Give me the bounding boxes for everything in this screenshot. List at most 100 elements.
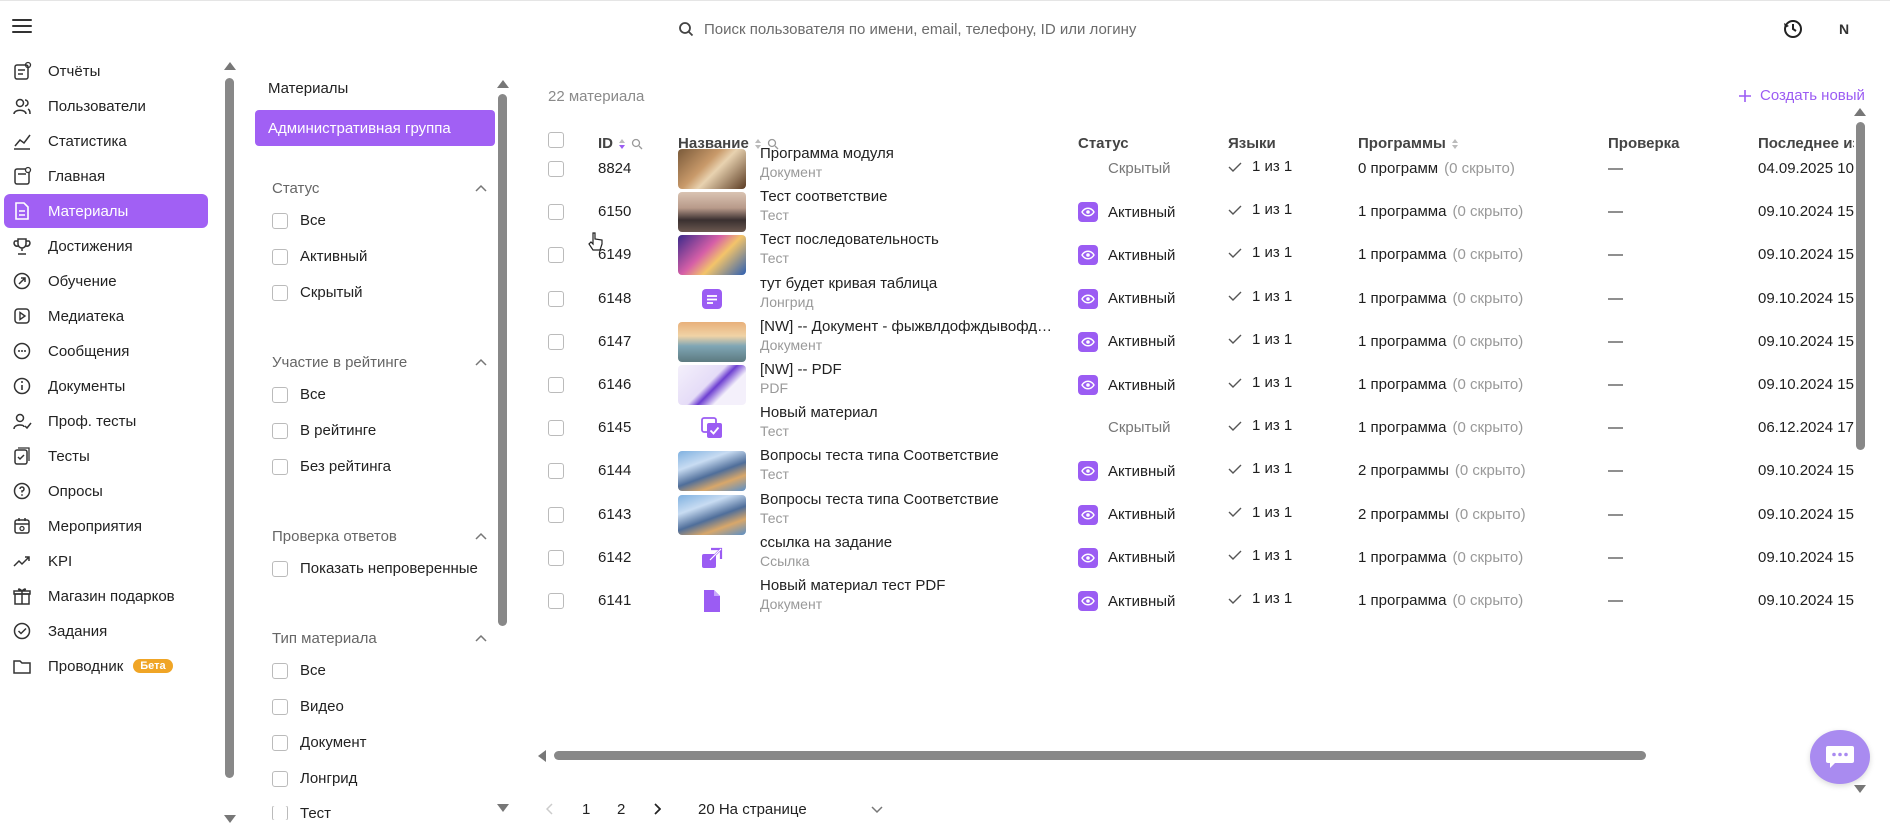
material-title[interactable]: Новый материал тест PDF Документ <box>760 577 945 612</box>
page-2[interactable]: 2 <box>617 801 625 818</box>
title-text[interactable]: тут будет кривая таблица <box>760 275 937 292</box>
material-title[interactable]: тут будет кривая таблица Лонгрид <box>760 275 937 310</box>
history-icon[interactable] <box>1782 18 1804 40</box>
eye-icon[interactable] <box>1078 245 1098 266</box>
row-checkbox[interactable] <box>548 161 564 177</box>
checkbox[interactable] <box>272 806 288 820</box>
filter-status-header[interactable]: Статус <box>272 180 487 197</box>
table-horizontal-scrollbar[interactable] <box>536 748 1646 762</box>
sidebar-item-2[interactable]: Статистика <box>4 124 208 158</box>
sidebar-item-8[interactable]: Сообщения <box>4 334 208 368</box>
filter-check-header[interactable]: Проверка ответов <box>272 528 487 545</box>
filter-rating-out[interactable]: Без рейтинга <box>272 458 391 475</box>
sidebar-item-15[interactable]: Магазин подарков <box>4 579 208 613</box>
sidebar-item-1[interactable]: Пользователи <box>4 89 208 123</box>
sidebar-item-4[interactable]: Материалы <box>4 194 208 228</box>
sidebar-item-9[interactable]: Документы <box>4 369 208 403</box>
material-thumbnail[interactable] <box>678 235 746 276</box>
eye-icon[interactable] <box>1078 331 1098 352</box>
programs-cell[interactable]: 1 программа (0 скрыто) <box>1358 376 1523 393</box>
sidebar-item-3[interactable]: Главная <box>4 159 208 193</box>
filter-admin-group[interactable]: Административная группа <box>255 110 495 146</box>
sidebar-item-5[interactable]: Достижения <box>4 229 208 263</box>
eye-icon[interactable] <box>1078 504 1098 525</box>
menu-icon[interactable] <box>12 19 32 35</box>
avatar[interactable]: N <box>1833 18 1855 40</box>
material-title[interactable]: ссылка на задание Ссылка <box>760 534 892 569</box>
material-title[interactable]: Тест последовательность Тест <box>760 231 939 266</box>
search-input[interactable]: Поиск пользователя по имени, email, теле… <box>678 17 1136 41</box>
material-title[interactable]: Программа модуля Документ <box>760 145 894 180</box>
checkbox[interactable] <box>272 770 288 787</box>
checkbox[interactable] <box>272 248 288 265</box>
title-text[interactable]: Новый материал <box>760 404 878 421</box>
filter-check-unchecked[interactable]: Показать непроверенные <box>272 560 478 577</box>
title-text[interactable]: Тест соответствие <box>760 188 888 205</box>
material-thumbnail[interactable] <box>678 365 746 405</box>
row-checkbox[interactable] <box>548 506 564 523</box>
programs-cell[interactable]: 1 программа (0 скрыто) <box>1358 333 1523 350</box>
title-text[interactable]: ссылка на задание <box>760 534 892 551</box>
filter-materials-link[interactable]: Материалы <box>268 80 348 97</box>
material-thumbnail[interactable] <box>678 149 746 189</box>
programs-cell[interactable]: 0 программ (0 скрыто) <box>1358 160 1515 177</box>
row-checkbox[interactable] <box>548 204 564 221</box>
sidebar-item-13[interactable]: Мероприятия <box>4 509 208 543</box>
row-checkbox[interactable] <box>548 333 564 350</box>
programs-cell[interactable]: 2 программы (0 скрыто) <box>1358 506 1526 523</box>
programs-cell[interactable]: 1 программа (0 скрыто) <box>1358 549 1523 566</box>
sidebar-item-17[interactable]: Проводник Бета <box>4 649 208 683</box>
material-title[interactable]: Новый материал Тест <box>760 404 878 439</box>
create-new-button[interactable]: Создать новый <box>1738 87 1865 104</box>
eye-icon[interactable] <box>1078 547 1098 568</box>
material-title[interactable]: [NW] -- Документ - фыжвлдофждывофд… Докум… <box>760 318 1052 353</box>
filter-type-header[interactable]: Тип материала <box>272 630 487 647</box>
programs-cell[interactable]: 1 программа (0 скрыто) <box>1358 290 1523 307</box>
material-title[interactable]: Тест соответствие Тест <box>760 188 888 223</box>
checkbox[interactable] <box>272 212 288 229</box>
title-text[interactable]: [NW] -- PDF <box>760 361 842 378</box>
filter-type-longread[interactable]: Лонгрид <box>272 770 357 787</box>
sidebar-item-14[interactable]: KPI <box>4 544 208 578</box>
checkbox[interactable] <box>272 386 288 403</box>
filter-rating-all[interactable]: Все <box>272 386 326 403</box>
programs-cell[interactable]: 1 программа (0 скрыто) <box>1358 203 1523 220</box>
eye-icon[interactable] <box>1078 375 1098 395</box>
checkbox[interactable] <box>272 734 288 751</box>
title-text[interactable]: Вопросы теста типа Соответствие <box>760 447 999 464</box>
row-checkbox[interactable] <box>548 463 564 480</box>
sidebar-scrollbar[interactable] <box>224 60 236 827</box>
eye-icon[interactable] <box>1078 202 1098 223</box>
programs-cell[interactable]: 1 программа (0 скрыто) <box>1358 592 1523 609</box>
sidebar-item-12[interactable]: Опросы <box>4 474 208 508</box>
title-text[interactable]: [NW] -- Документ - фыжвлдофждывофд… <box>760 318 1052 335</box>
page-1[interactable]: 1 <box>582 801 590 818</box>
programs-cell[interactable]: 2 программы (0 скрыто) <box>1358 462 1526 479</box>
material-thumbnail[interactable] <box>678 321 746 362</box>
filter-rating-header[interactable]: Участие в рейтинге <box>272 354 487 371</box>
test-icon[interactable] <box>678 408 746 448</box>
chat-support-button[interactable] <box>1810 730 1870 784</box>
sidebar-item-10[interactable]: Проф. тесты <box>4 404 208 438</box>
sidebar-item-11[interactable]: Тесты <box>4 439 208 473</box>
sidebar-item-0[interactable]: Отчёты <box>4 54 208 88</box>
checkbox[interactable] <box>272 458 288 475</box>
title-text[interactable]: Программа модуля <box>760 145 894 162</box>
filter-type-video[interactable]: Видео <box>272 698 344 715</box>
link-icon[interactable] <box>678 538 746 578</box>
checkbox[interactable] <box>272 422 288 439</box>
row-checkbox[interactable] <box>548 290 564 307</box>
row-checkbox[interactable] <box>548 549 564 566</box>
filter-type-all[interactable]: Все <box>272 662 326 679</box>
row-checkbox[interactable] <box>548 420 564 437</box>
eye-icon[interactable] <box>1078 288 1098 309</box>
sidebar-item-7[interactable]: Медиатека <box>4 299 208 333</box>
next-page-icon[interactable] <box>653 803 661 815</box>
material-thumbnail[interactable] <box>678 494 746 535</box>
checkbox[interactable] <box>272 662 288 679</box>
filter-type-test[interactable]: Тест <box>272 806 331 820</box>
prev-page-icon[interactable] <box>546 803 554 815</box>
eye-icon[interactable] <box>1078 591 1098 611</box>
programs-cell[interactable]: 1 программа (0 скрыто) <box>1358 246 1523 263</box>
filter-scrollbar[interactable] <box>497 60 509 827</box>
